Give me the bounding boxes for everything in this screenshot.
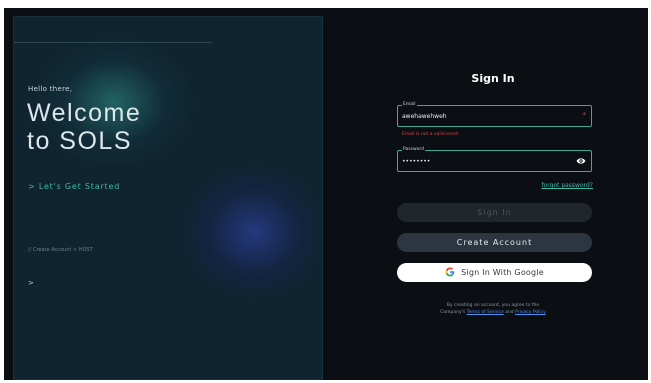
- password-label: Password: [402, 147, 426, 152]
- password-input[interactable]: [402, 156, 572, 166]
- welcome-heading: Welcome to SOLS: [27, 99, 141, 155]
- google-signin-button[interactable]: Sign In With Google: [397, 263, 592, 282]
- prompt-chevron: >: [28, 279, 34, 287]
- terms-prefix: By creating an account, you agree to the: [446, 303, 540, 308]
- required-mark: *: [582, 111, 587, 119]
- google-icon: [445, 267, 455, 276]
- get-started-link[interactable]: > Let's Get Started: [28, 182, 120, 191]
- google-button-label: Sign In With Google: [461, 268, 544, 277]
- forgot-password-link[interactable]: forgot password?: [393, 182, 593, 189]
- email-input[interactable]: [402, 111, 572, 121]
- signin-title: Sign In: [471, 72, 515, 85]
- welcome-line-1: Welcome: [27, 99, 142, 127]
- create-account-button[interactable]: Create Account: [397, 233, 592, 252]
- breadcrumb: // Create Account > HOST: [28, 247, 93, 253]
- eye-icon[interactable]: [576, 157, 586, 165]
- email-label: Email: [402, 102, 417, 107]
- signin-button[interactable]: Sign In: [397, 203, 592, 222]
- privacy-policy-link[interactable]: Privacy Policy: [515, 310, 546, 315]
- email-error: Email is not a valid email: [402, 132, 459, 137]
- email-field[interactable]: Email *: [397, 102, 592, 127]
- greeting-text: Hello there,: [28, 85, 73, 93]
- screen-frame: Hello there, Welcome to SOLS > Let's Get…: [0, 0, 651, 383]
- terms-of-service-link[interactable]: Terms of Service: [467, 310, 504, 315]
- terms-notice: By creating an account, you agree to the…: [393, 302, 593, 316]
- password-field[interactable]: Password: [397, 147, 592, 172]
- app-window: Hello there, Welcome to SOLS > Let's Get…: [4, 8, 648, 380]
- welcome-panel: Hello there, Welcome to SOLS > Let's Get…: [13, 16, 323, 380]
- terms-and: and: [505, 310, 514, 315]
- panel-divider: [14, 42, 212, 43]
- blue-glow: [184, 167, 322, 297]
- welcome-line-2: to SOLS: [27, 127, 132, 155]
- terms-company: Company's: [440, 310, 466, 315]
